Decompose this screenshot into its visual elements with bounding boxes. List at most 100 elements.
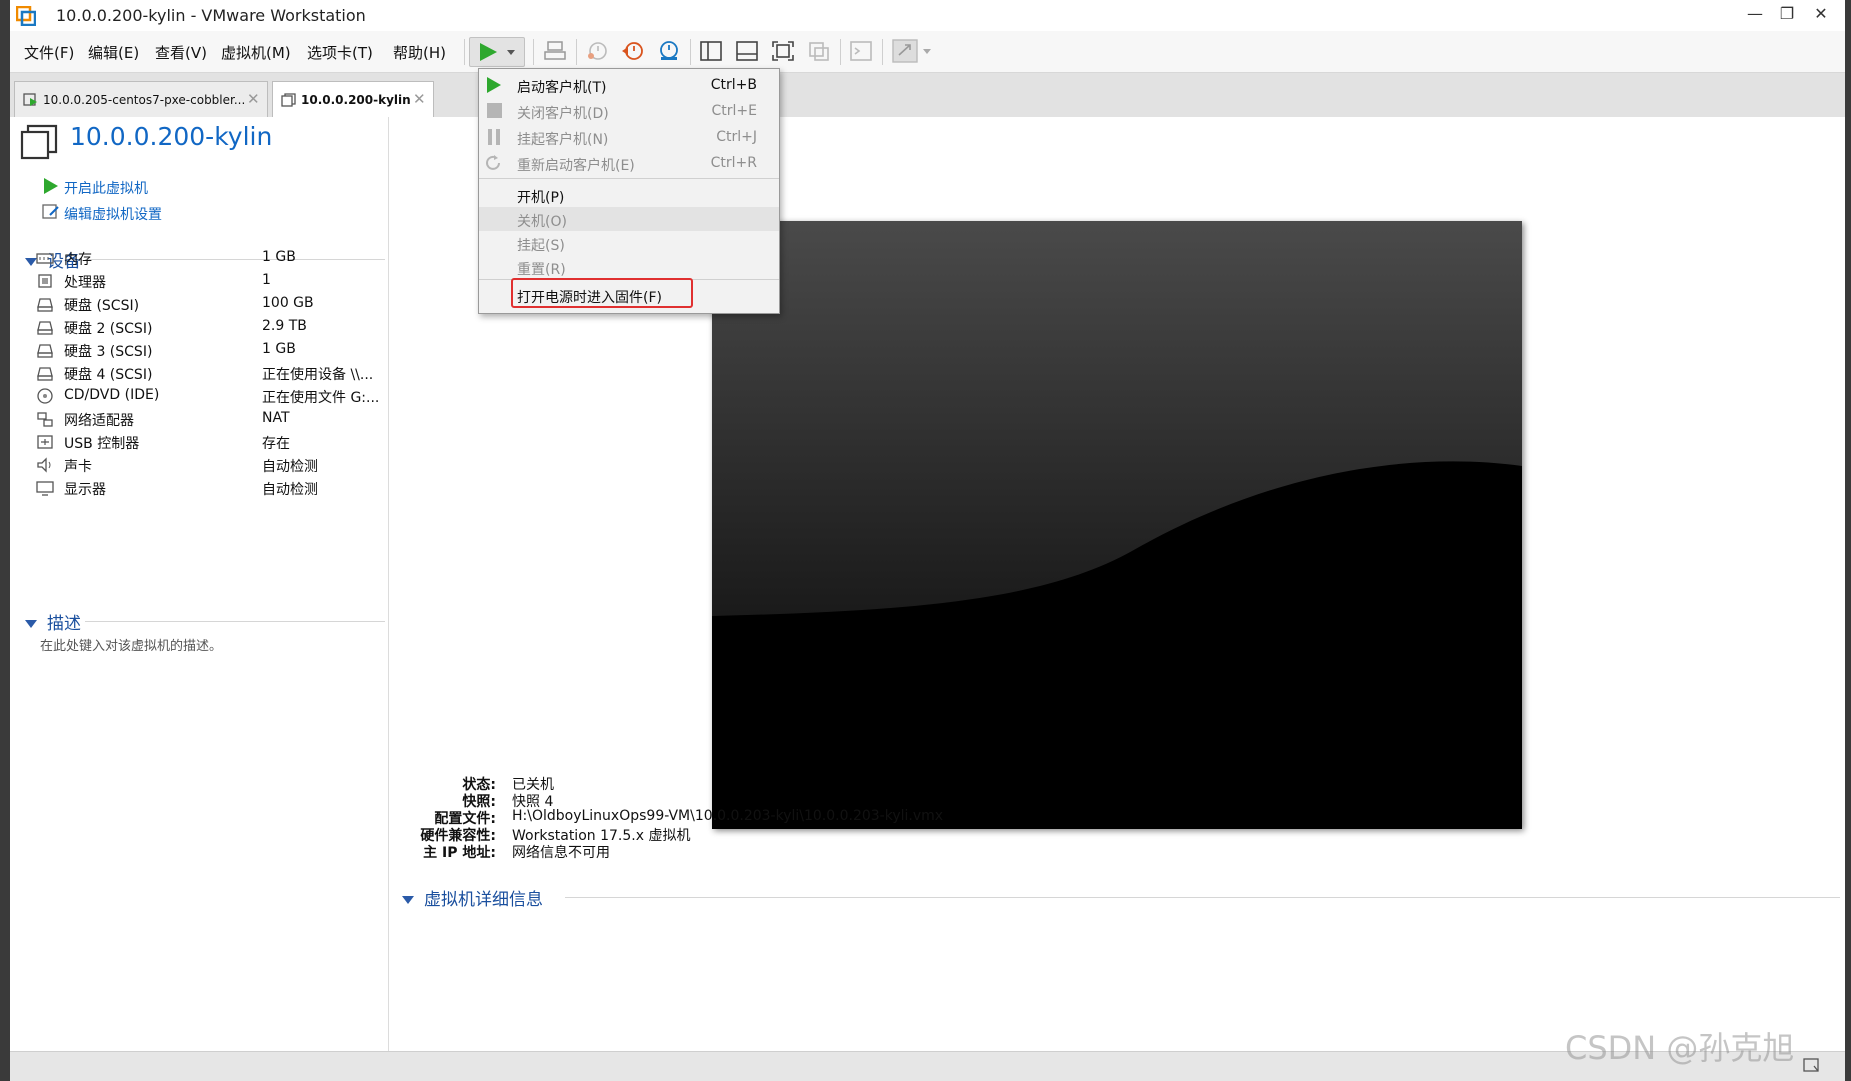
- stretch-guest-button[interactable]: [888, 37, 936, 65]
- show-thumbnail-bar-button[interactable]: [732, 37, 762, 65]
- edit-vm-settings-link[interactable]: 编辑虚拟机设置: [64, 204, 162, 224]
- chevron-down-icon: [923, 49, 931, 54]
- device-row[interactable]: 硬盘 (SCSI) 100 GB: [36, 294, 386, 316]
- menu-item-label: 启动客户机(T): [517, 80, 607, 96]
- revert-clock-icon: [622, 42, 643, 60]
- close-tab-icon[interactable]: ✕: [247, 90, 260, 108]
- device-value: 自动检测: [262, 482, 318, 498]
- snapshot-manager-button[interactable]: [654, 37, 684, 65]
- disk-icon: [37, 344, 53, 358]
- vm-preview-screen[interactable]: [712, 221, 1522, 829]
- minimize-button[interactable]: —: [1740, 4, 1770, 23]
- unity-button[interactable]: [804, 37, 834, 65]
- menu-item-power-off[interactable]: 关机(O): [479, 207, 779, 231]
- menu-vm[interactable]: 虚拟机(M): [221, 42, 291, 63]
- pause-icon: [488, 129, 500, 145]
- menu-item-suspend-guest[interactable]: 挂起客户机(N) Ctrl+J: [479, 125, 779, 149]
- detail-key: 主 IP 地址:: [423, 845, 496, 861]
- device-name: 显示器: [64, 482, 106, 498]
- menu-view[interactable]: 查看(V): [155, 42, 207, 63]
- device-row[interactable]: CD/DVD (IDE) 正在使用文件 G:...: [36, 386, 386, 408]
- menu-item-reset[interactable]: 重置(R): [479, 255, 779, 279]
- collapse-triangle-icon: [402, 896, 414, 904]
- revert-snapshot-button[interactable]: [618, 37, 648, 65]
- screen-gloss: [712, 221, 1522, 616]
- menu-item-label: 重置(R): [517, 262, 566, 278]
- vmware-logo-icon: [16, 6, 36, 26]
- menu-item-label: 重新启动客户机(E): [517, 158, 635, 174]
- watermark: CSDN @孙克旭: [1565, 1029, 1795, 1067]
- menu-item-start-guest[interactable]: 启动客户机(T) Ctrl+B: [479, 73, 779, 97]
- description-section-toggle[interactable]: 描述: [25, 609, 81, 634]
- message-log-icon[interactable]: [1802, 1057, 1820, 1075]
- tab-label: 10.0.0.200-kylin: [301, 93, 411, 107]
- menu-item-label: 开机(P): [517, 190, 565, 206]
- device-value: 100 GB: [262, 295, 314, 311]
- menu-item-shortcut: Ctrl+B: [710, 77, 757, 93]
- snapshot-clock-icon: [588, 42, 607, 60]
- menu-item-shortcut: Ctrl+R: [710, 155, 757, 171]
- device-row[interactable]: 内存 1 GB: [36, 248, 386, 270]
- menu-help[interactable]: 帮助(H): [393, 42, 446, 63]
- device-name: 内存: [64, 252, 92, 268]
- send-ctrl-alt-del-button[interactable]: [540, 37, 570, 65]
- menu-tabs[interactable]: 选项卡(T): [307, 42, 373, 63]
- device-name: 网络适配器: [64, 413, 134, 429]
- menu-item-label: 挂起客户机(N): [517, 132, 609, 148]
- device-name: CD/DVD (IDE): [64, 387, 160, 403]
- tab-strip: 10.0.0.205-centos7-pxe-cobbler... ✕ 10.0…: [10, 73, 1845, 117]
- menu-item-power-on[interactable]: 开机(P): [479, 183, 779, 207]
- unity-icon: [809, 42, 829, 61]
- full-screen-button[interactable]: [768, 37, 798, 65]
- menu-item-suspend[interactable]: 挂起(S): [479, 231, 779, 255]
- device-value: 存在: [262, 436, 290, 452]
- menu-item-shortcut: Ctrl+J: [716, 129, 757, 145]
- cpu-icon: [38, 274, 52, 288]
- vm-running-icon: [23, 93, 37, 106]
- device-row[interactable]: 声卡 自动检测: [36, 455, 386, 477]
- device-row[interactable]: USB 控制器 存在: [36, 432, 386, 454]
- chevron-down-icon: [507, 50, 515, 55]
- disk-icon: [37, 367, 53, 381]
- show-library-button[interactable]: [696, 37, 726, 65]
- menu-file[interactable]: 文件(F): [24, 42, 74, 63]
- window-title: 10.0.0.200-kylin - VMware Workstation: [56, 6, 366, 25]
- disk-icon: [37, 298, 53, 312]
- menu-toolbar-bar: 文件(F) 编辑(E) 查看(V) 虚拟机(M) 选项卡(T) 帮助(H): [10, 31, 1845, 73]
- power-on-dropdown-button[interactable]: [469, 37, 525, 67]
- menu-item-shutdown-guest[interactable]: 关闭客户机(D) Ctrl+E: [479, 99, 779, 123]
- device-row[interactable]: 硬盘 4 (SCSI) 正在使用设备 \\...: [36, 363, 386, 385]
- fullscreen-icon: [772, 41, 794, 61]
- vm-icon: [281, 93, 296, 107]
- device-row[interactable]: 硬盘 2 (SCSI) 2.9 TB: [36, 317, 386, 339]
- device-row[interactable]: 处理器 1: [36, 271, 386, 293]
- collapse-triangle-icon: [25, 620, 37, 628]
- speaker-icon: [37, 457, 51, 473]
- usb-icon: [37, 435, 53, 449]
- device-value: 自动检测: [262, 459, 318, 475]
- console-view-button[interactable]: [846, 37, 876, 65]
- tab-kylin[interactable]: 10.0.0.200-kylin ✕: [272, 81, 434, 117]
- detail-value: 网络信息不可用: [512, 845, 610, 861]
- device-value: 正在使用文件 G:...: [262, 390, 380, 406]
- menu-item-restart-guest[interactable]: 重新启动客户机(E) Ctrl+R: [479, 151, 779, 175]
- disk-icon: [37, 321, 53, 335]
- tab-centos7-pxe-cobbler[interactable]: 10.0.0.205-centos7-pxe-cobbler... ✕: [14, 81, 268, 117]
- bottom-panel-icon: [736, 41, 758, 61]
- close-window-button[interactable]: ✕: [1806, 4, 1836, 23]
- restore-button[interactable]: ❐: [1772, 4, 1802, 23]
- power-on-vm-link[interactable]: 开启此虚拟机: [64, 178, 148, 198]
- device-row[interactable]: 显示器 自动检测: [36, 478, 386, 500]
- monitor-icon: [36, 481, 54, 496]
- menu-edit[interactable]: 编辑(E): [88, 42, 139, 63]
- device-row[interactable]: 网络适配器 NAT: [36, 409, 386, 431]
- detail-value: H:\OldboyLinuxOps99-VM\10.0.0.203-kyli\1…: [512, 808, 944, 824]
- details-section-toggle[interactable]: 虚拟机详细信息: [402, 885, 543, 910]
- toolbar-separator: [533, 39, 534, 65]
- close-tab-icon[interactable]: ✕: [413, 90, 426, 108]
- device-row[interactable]: 硬盘 3 (SCSI) 1 GB: [36, 340, 386, 362]
- terminal-icon: [850, 41, 872, 61]
- take-snapshot-button[interactable]: [582, 37, 612, 65]
- device-value: 正在使用设备 \\...: [262, 367, 374, 383]
- description-field[interactable]: 在此处键入对该虚拟机的描述。: [40, 635, 222, 654]
